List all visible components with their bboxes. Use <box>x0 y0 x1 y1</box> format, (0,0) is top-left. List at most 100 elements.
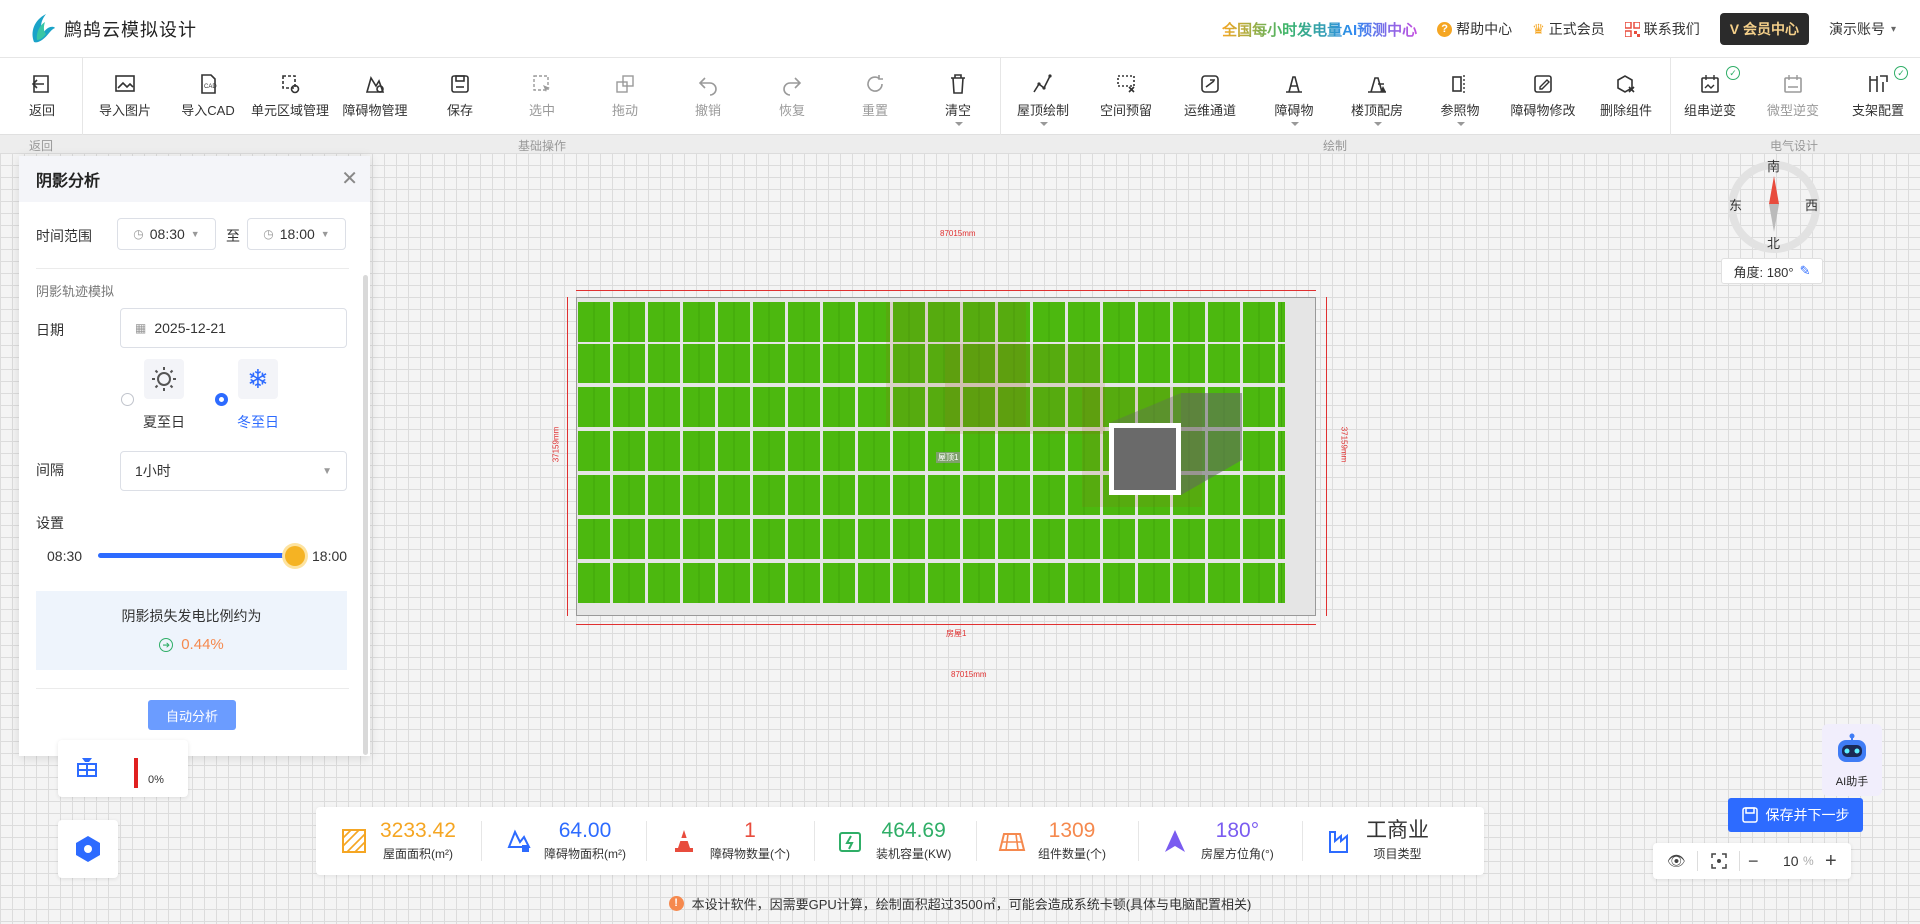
obstacle-shadow-box[interactable] <box>1105 390 1245 500</box>
close-icon[interactable]: ✕ <box>341 169 358 189</box>
maintenance-channel-icon <box>1201 75 1219 93</box>
save-next-button[interactable]: 保存并下一步 <box>1728 798 1863 832</box>
tool-obstacle[interactable]: 障碍物 <box>1254 72 1334 126</box>
eye-icon[interactable]: 👁 <box>1667 852 1686 870</box>
tool-space-reserve[interactable]: 空间预留 <box>1086 72 1166 119</box>
time-start-select[interactable]: ◷ 08:30 ▼ <box>117 218 216 250</box>
caret-down-icon[interactable] <box>1040 122 1048 126</box>
panel-title: 阴影分析 <box>36 173 101 190</box>
stat-item: 64.00 障碍物面积(m²) <box>504 807 626 875</box>
zoom-value[interactable]: 10 <box>1783 853 1799 869</box>
dim-text-top: 87015mm <box>940 229 976 238</box>
fit-screen-icon[interactable] <box>1711 853 1727 869</box>
tool-micro-inverter: 微型逆变 <box>1753 72 1833 119</box>
stat-value: 64.00 <box>558 819 612 842</box>
compass-needle-icon <box>1769 176 1779 232</box>
angle-display[interactable]: 角度: 180° ✎ <box>1721 258 1823 284</box>
stat-separator <box>646 821 647 861</box>
tool-label: 返回 <box>28 103 55 118</box>
compass-west: 西 <box>1805 198 1819 213</box>
tool-label: 撤销 <box>694 103 721 118</box>
tool-reset: 重置 <box>835 72 915 119</box>
tool-select: 选中 <box>502 72 582 119</box>
zoom-unit: % <box>1803 854 1814 868</box>
tool-obstacle-manage[interactable]: 障碍物管理 <box>335 72 415 119</box>
interval-select[interactable]: 1小时 ▼ <box>120 451 347 491</box>
toolbar-separator <box>82 58 83 135</box>
tool-delete-component[interactable]: 删除组件 <box>1586 72 1666 119</box>
cube-tool-card[interactable] <box>58 820 118 878</box>
stat-label: 装机容量(KW) <box>876 847 952 861</box>
dim-line-right <box>1326 297 1327 616</box>
edit-pencil-icon[interactable]: ✎ <box>1800 263 1811 279</box>
tool-label: 导入图片 <box>98 103 151 118</box>
stat-item: 464.69 装机容量(KW) <box>836 807 951 875</box>
help-center-link[interactable]: ? 帮助中心 <box>1437 19 1512 39</box>
caret-down-icon[interactable] <box>1457 122 1465 126</box>
loss-title: 阴影损失发电比例约为 <box>121 608 262 624</box>
stat-separator <box>976 821 977 861</box>
account-menu[interactable]: 演示账号 ▾ <box>1829 19 1896 39</box>
panel-scrollbar[interactable] <box>363 275 368 755</box>
tool-maintenance-channel[interactable]: 运维通道 <box>1170 72 1250 119</box>
stat-label: 房屋方位角(°) <box>1201 847 1274 861</box>
caret-down-icon[interactable] <box>955 122 963 126</box>
tool-label: 清空 <box>944 103 971 118</box>
auto-analyze-button[interactable]: 自动分析 <box>148 700 236 730</box>
sun-icon[interactable] <box>144 359 184 399</box>
tool-undo: 撤销 <box>668 72 748 119</box>
dim-text-left: 37159mm <box>551 426 561 463</box>
undo-icon <box>698 77 717 96</box>
solar-panel-icon[interactable] <box>74 754 100 780</box>
ai-forecast-link[interactable]: 全国每小时发电量AI预测中心 <box>1222 19 1417 40</box>
chevron-down-icon: ▾ <box>1890 23 1896 35</box>
zoom-in-button[interactable]: + <box>1825 850 1837 873</box>
tool-string-inverter[interactable]: 组串逆变 ✓ <box>1670 66 1750 119</box>
slider-handle-sun-icon[interactable] <box>285 546 305 566</box>
chevron-down-icon: ▼ <box>322 465 332 477</box>
obstacle-area-icon <box>507 829 531 852</box>
tool-obstacle-edit[interactable]: 障碍物修改 <box>1503 72 1583 119</box>
winter-radio[interactable] <box>215 393 228 406</box>
tool-image-import[interactable]: 导入图片 <box>85 72 165 119</box>
time-slider[interactable] <box>98 553 296 558</box>
toolbar: 返回 导入图片 CAD 导入CAD 单元区域管理 障碍物管理 保存 选中 拖动 撤销 恢复 重置 清空 屋… <box>0 58 1920 135</box>
tool-cad-import[interactable]: CAD 导入CAD <box>168 72 248 119</box>
dim-line-bottom <box>576 624 1316 625</box>
ai-helper-button[interactable]: AI助手 <box>1822 724 1882 796</box>
contact-link[interactable]: 联系我们 <box>1624 19 1700 39</box>
help-label: 帮助中心 <box>1456 21 1513 37</box>
dim-text-right: 37159mm <box>1339 426 1349 463</box>
tool-redo: 恢复 <box>752 72 832 119</box>
back-icon <box>31 75 49 93</box>
interval-value: 1小时 <box>135 463 171 479</box>
member-link[interactable]: ♛ 正式会员 <box>1532 19 1605 39</box>
dim-line-left <box>567 297 568 616</box>
logo[interactable]: 鹧鸪云模拟设计 <box>28 12 197 46</box>
tool-back[interactable]: 返回 <box>2 72 82 119</box>
toolbar-group-labels: 返回 基础操作 绘制 电气设计 <box>0 135 1920 153</box>
angle-text: 角度: 180° <box>1733 264 1794 280</box>
stat-value: 464.69 <box>881 819 946 842</box>
tool-save[interactable]: 保存 <box>420 72 500 119</box>
tool-reference[interactable]: 参照物 <box>1420 72 1500 126</box>
micro-inverter-icon <box>1784 75 1802 93</box>
tool-trash[interactable]: 清空 <box>918 72 998 126</box>
roof-area-icon <box>342 829 366 853</box>
zoom-out-button[interactable]: − <box>1748 851 1759 872</box>
tool-area-manage[interactable]: 单元区域管理 <box>250 72 330 119</box>
tool-rooftop-room[interactable]: 楼顶配房 <box>1337 72 1417 126</box>
tool-roof-draw[interactable]: 屋顶绘制 <box>1003 72 1083 126</box>
member-center-button[interactable]: V 会员中心 <box>1719 13 1809 45</box>
tool-label: 恢复 <box>778 103 805 118</box>
time-end-select[interactable]: ◷ 18:00 ▼ <box>247 218 346 250</box>
caret-down-icon[interactable] <box>1291 122 1299 126</box>
stats-bar: 3233.42 屋面面积(m²) 64.00 障碍物面积(m²) 1 障碍物数量(个) 46… <box>316 807 1484 875</box>
caret-down-icon[interactable] <box>1374 122 1382 126</box>
obstacle-icon <box>1286 76 1302 93</box>
summer-radio[interactable] <box>121 393 134 406</box>
date-picker[interactable]: ▦ 2025-12-21 <box>120 308 347 348</box>
snowflake-icon[interactable]: ❄ <box>238 359 278 399</box>
tool-bracket-config[interactable]: 支架配置 ✓ <box>1838 66 1918 119</box>
tool-label: 运维通道 <box>1183 103 1236 118</box>
